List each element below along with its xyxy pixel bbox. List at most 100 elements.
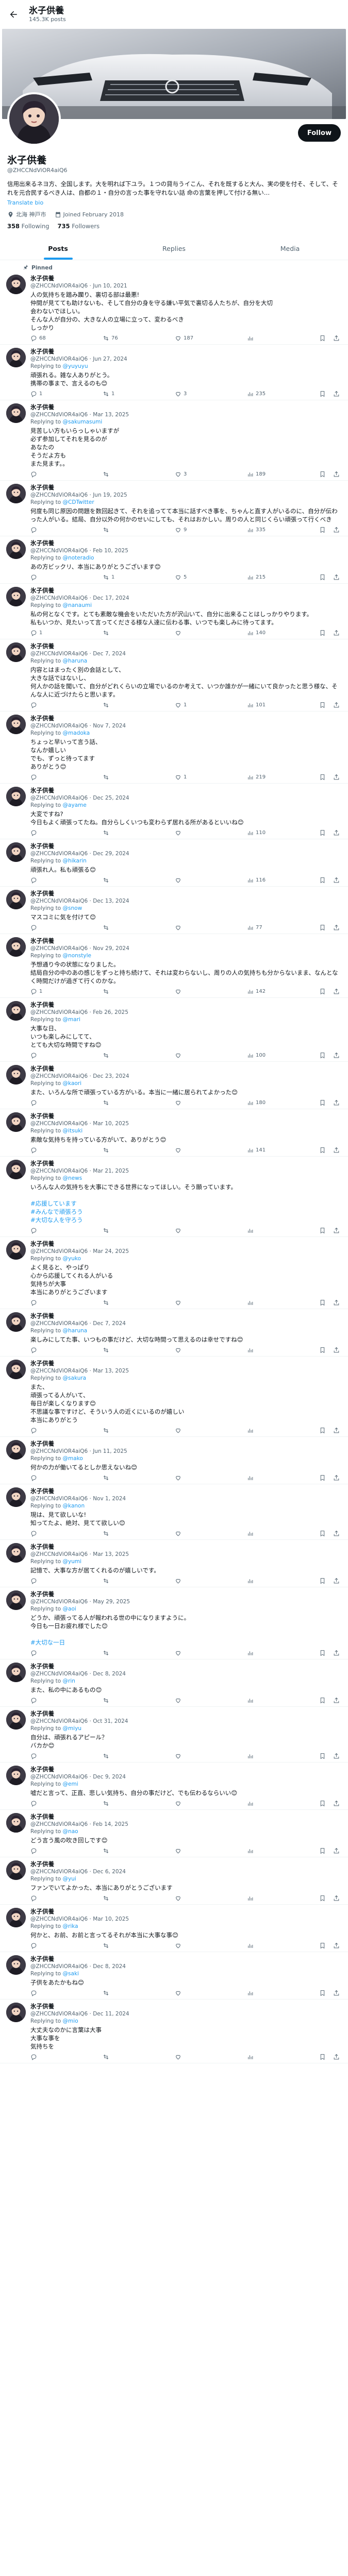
share-button[interactable]: [333, 1848, 340, 1854]
reply-mention[interactable]: @madoka: [63, 730, 90, 736]
post-avatar[interactable]: [6, 715, 26, 734]
bookmark-button[interactable]: [319, 574, 326, 581]
post-author-name[interactable]: 氷子供養: [30, 1543, 54, 1550]
views-button[interactable]: [247, 1697, 278, 1704]
post[interactable]: 氷子供養 @ZHCCNdViOR4aiQ6 · Dec 8, 2024 Replyi…: [0, 1659, 348, 1707]
post[interactable]: 氷子供養 @ZHCCNdViOR4aiQ6 · Feb 26, 2025 Reply…: [0, 998, 348, 1062]
bookmark-button[interactable]: [319, 1753, 326, 1759]
post[interactable]: 氷子供養 @ZHCCNdViOR4aiQ6 · Dec 8, 2024 Replyi…: [0, 1952, 348, 1999]
views-button[interactable]: 110: [247, 829, 278, 836]
post-avatar[interactable]: [6, 1312, 26, 1332]
post-author-name[interactable]: 氷子供養: [30, 890, 54, 897]
like-button[interactable]: [175, 1895, 206, 1902]
reply-button[interactable]: 1: [30, 988, 61, 995]
post[interactable]: 氷子供養 @ZHCCNdViOR4aiQ6 · Oct 31, 2024 Reply…: [0, 1707, 348, 1762]
post-avatar[interactable]: [6, 642, 26, 662]
repost-button[interactable]: [103, 1848, 134, 1854]
repost-button[interactable]: [103, 924, 134, 931]
repost-button[interactable]: [103, 2054, 134, 2060]
repost-button[interactable]: [103, 1299, 134, 1306]
like-button[interactable]: 3: [175, 391, 206, 397]
share-button[interactable]: [333, 1578, 340, 1584]
bookmark-button[interactable]: [319, 1475, 326, 1481]
views-button[interactable]: 101: [247, 702, 278, 708]
like-button[interactable]: 1: [175, 774, 206, 781]
hashtag-link[interactable]: #大切な人を守ろう: [30, 1216, 83, 1224]
post-avatar[interactable]: [6, 484, 26, 503]
reply-button[interactable]: [30, 1147, 61, 1154]
reply-button[interactable]: [30, 1347, 61, 1353]
post-avatar[interactable]: [6, 1360, 26, 1379]
reply-button[interactable]: [30, 1578, 61, 1584]
like-button[interactable]: [175, 1800, 206, 1807]
like-button[interactable]: 187: [175, 335, 206, 342]
reply-mention[interactable]: @noteradio: [63, 555, 94, 561]
views-button[interactable]: [247, 1475, 278, 1481]
reply-mention[interactable]: @CDTwitter: [63, 499, 94, 505]
reply-button[interactable]: [30, 574, 61, 581]
share-button[interactable]: [333, 1299, 340, 1306]
tab-replies[interactable]: Replies: [116, 237, 232, 260]
like-button[interactable]: [175, 877, 206, 884]
repost-button[interactable]: [103, 702, 134, 708]
bookmark-button[interactable]: [319, 630, 326, 636]
reply-mention[interactable]: @rin: [63, 1678, 75, 1684]
repost-button[interactable]: [103, 1530, 134, 1537]
post[interactable]: 氷子供養 @ZHCCNdViOR4aiQ6 · Feb 10, 2025 Reply…: [0, 536, 348, 584]
bookmark-button[interactable]: [319, 1227, 326, 1234]
repost-button[interactable]: [103, 829, 134, 836]
reply-mention[interactable]: @yumi: [63, 1558, 82, 1565]
reply-mention[interactable]: @mio: [63, 2018, 78, 2024]
reply-button[interactable]: [30, 1530, 61, 1537]
repost-button[interactable]: [103, 1227, 134, 1234]
reply-button[interactable]: 1: [30, 391, 61, 397]
reply-mention[interactable]: @haruna: [63, 658, 88, 664]
share-button[interactable]: [333, 924, 340, 931]
post-avatar[interactable]: [6, 890, 26, 909]
like-button[interactable]: 5: [175, 574, 206, 581]
views-button[interactable]: [247, 1227, 278, 1234]
repost-button[interactable]: [103, 471, 134, 478]
like-button[interactable]: [175, 2054, 206, 2060]
post-author-name[interactable]: 氷子供養: [30, 484, 54, 491]
post-author-name[interactable]: 氷子供養: [30, 1360, 54, 1367]
bookmark-button[interactable]: [319, 527, 326, 533]
reply-button[interactable]: [30, 702, 61, 708]
views-button[interactable]: 335: [247, 527, 278, 533]
views-button[interactable]: 235: [247, 391, 278, 397]
repost-button[interactable]: 1: [103, 574, 134, 581]
post-avatar[interactable]: [6, 1908, 26, 1927]
reply-button[interactable]: [30, 1990, 61, 1996]
post-author-name[interactable]: 氷子供養: [30, 348, 54, 355]
post[interactable]: 氷子供養 @ZHCCNdViOR4aiQ6 · Jun 19, 2025 Reply…: [0, 481, 348, 536]
post-avatar[interactable]: [6, 1766, 26, 1785]
reply-mention[interactable]: @aoi: [63, 1606, 76, 1612]
reply-button[interactable]: [30, 1650, 61, 1656]
like-button[interactable]: [175, 1147, 206, 1154]
like-button[interactable]: [175, 1650, 206, 1656]
repost-button[interactable]: [103, 1347, 134, 1353]
reply-mention[interactable]: @kaori: [63, 1080, 82, 1087]
post[interactable]: 氷子供養 @ZHCCNdViOR4aiQ6 · Mar 13, 2025 Reply…: [0, 1540, 348, 1587]
reply-mention[interactable]: @yuko: [63, 1256, 81, 1262]
followers-stat[interactable]: 735 Followers: [58, 223, 100, 230]
reply-button[interactable]: [30, 877, 61, 884]
like-button[interactable]: [175, 1052, 206, 1059]
share-button[interactable]: [333, 335, 340, 342]
post-author-name[interactable]: 氷子供養: [30, 642, 54, 650]
post-author-name[interactable]: 氷子供養: [30, 1487, 54, 1495]
share-button[interactable]: [333, 574, 340, 581]
post-author-name[interactable]: 氷子供養: [30, 1813, 54, 1820]
like-button[interactable]: [175, 829, 206, 836]
post-avatar[interactable]: [6, 348, 26, 367]
share-button[interactable]: [333, 1530, 340, 1537]
repost-button[interactable]: 1: [103, 391, 134, 397]
post-author-name[interactable]: 氷子供養: [30, 1160, 54, 1167]
reply-mention[interactable]: @news: [63, 1175, 82, 1181]
post-author-name[interactable]: 氷子供養: [30, 1766, 54, 1773]
repost-button[interactable]: [103, 1650, 134, 1656]
post[interactable]: 氷子供養 @ZHCCNdViOR4aiQ6 · Mar 13, 2025 Reply…: [0, 400, 348, 481]
post-avatar[interactable]: [6, 587, 26, 606]
post[interactable]: 氷子供養 @ZHCCNdViOR4aiQ6 · Mar 10, 2025 Reply…: [0, 1905, 348, 1952]
views-button[interactable]: [247, 335, 278, 342]
